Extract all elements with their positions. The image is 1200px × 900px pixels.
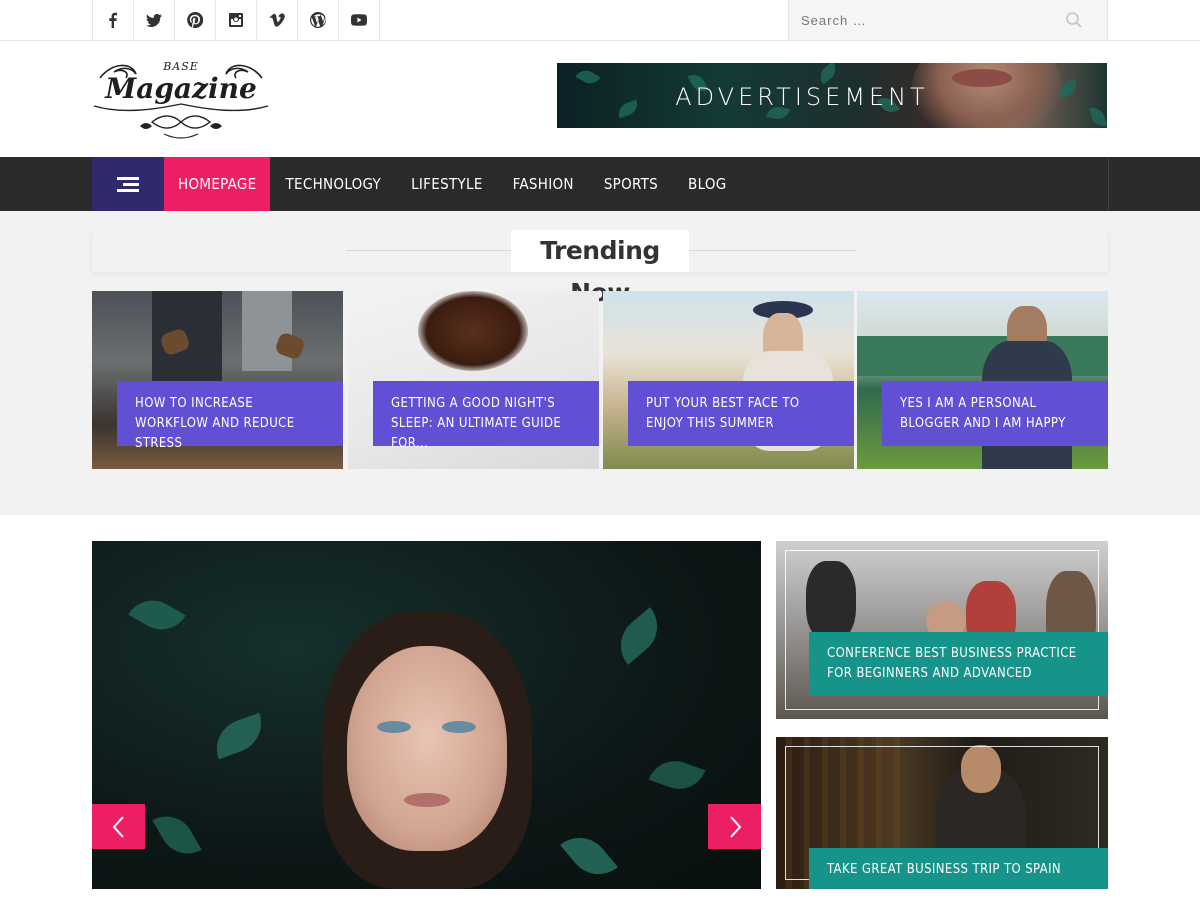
- trending-card[interactable]: YES I AM A PERSONAL BLOGGER AND I AM HAP…: [857, 291, 1108, 469]
- nav-menu: HOMEPAGE TECHNOLOGY LIFESTYLE FASHION SP…: [164, 157, 742, 211]
- vimeo-icon[interactable]: [257, 0, 298, 40]
- top-bar: [0, 0, 1200, 41]
- search-box: [788, 0, 1108, 40]
- chevron-left-icon: [112, 815, 124, 838]
- advertisement-banner[interactable]: ADVERTISEMENT: [557, 63, 1107, 128]
- side-post-title[interactable]: CONFERENCE BEST BUSINESS PRACTICE FOR BE…: [809, 632, 1108, 696]
- social-links: [92, 0, 380, 40]
- nav-item-sports[interactable]: SPORTS: [589, 157, 673, 211]
- pinterest-icon[interactable]: [175, 0, 216, 40]
- hamburger-menu-icon[interactable]: [92, 157, 164, 211]
- trending-title: Trending Now: [511, 230, 689, 307]
- instagram-icon[interactable]: [216, 0, 257, 40]
- search-icon[interactable]: [1065, 11, 1083, 29]
- side-post-title[interactable]: TAKE GREAT BUSINESS TRIP TO SPAIN: [809, 848, 1108, 889]
- nav-item-blog[interactable]: BLOG: [673, 157, 742, 211]
- twitter-icon[interactable]: [134, 0, 175, 40]
- trending-header: Trending Now: [92, 230, 1108, 307]
- slider-prev-button[interactable]: [92, 804, 145, 849]
- nav-item-technology[interactable]: TECHNOLOGY: [270, 157, 396, 211]
- facebook-icon[interactable]: [93, 0, 134, 40]
- side-post[interactable]: CONFERENCE BEST BUSINESS PRACTICE FOR BE…: [776, 541, 1108, 719]
- youtube-icon[interactable]: [339, 0, 380, 40]
- trending-card-title[interactable]: YES I AM A PERSONAL BLOGGER AND I AM HAP…: [882, 381, 1108, 446]
- trending-card[interactable]: PUT YOUR BEST FACE TO ENJOY THIS SUMMER: [603, 291, 854, 469]
- slider-next-button[interactable]: [708, 804, 761, 849]
- trending-card-title[interactable]: GETTING A GOOD NIGHT'S SLEEP: AN ULTIMAT…: [373, 381, 599, 451]
- logo-main-text: Magazine: [105, 72, 257, 105]
- trending-section: Trending Now HOW TO INCREASE WORKFLOW AN…: [0, 211, 1200, 515]
- nav-item-fashion[interactable]: FASHION: [498, 157, 589, 211]
- trending-card-title[interactable]: PUT YOUR BEST FACE TO ENJOY THIS SUMMER: [628, 381, 854, 446]
- main-navigation: HOMEPAGE TECHNOLOGY LIFESTYLE FASHION SP…: [0, 157, 1200, 211]
- trending-card[interactable]: HOW TO INCREASE WORKFLOW AND REDUCE STRE…: [92, 291, 343, 469]
- site-logo[interactable]: BASE Magazine: [92, 56, 270, 142]
- nav-item-lifestyle[interactable]: LIFESTYLE: [396, 157, 498, 211]
- wordpress-icon[interactable]: [298, 0, 339, 40]
- nav-item-homepage[interactable]: HOMEPAGE: [164, 157, 271, 211]
- trending-card-title[interactable]: HOW TO INCREASE WORKFLOW AND REDUCE STRE…: [117, 381, 343, 451]
- search-input[interactable]: [801, 10, 1051, 30]
- advertisement-label: ADVERTISEMENT: [675, 83, 929, 111]
- side-post[interactable]: TAKE GREAT BUSINESS TRIP TO SPAIN: [776, 737, 1108, 889]
- trending-card[interactable]: GETTING A GOOD NIGHT'S SLEEP: AN ULTIMAT…: [348, 291, 599, 469]
- chevron-right-icon: [729, 815, 741, 838]
- featured-slider[interactable]: [92, 541, 761, 889]
